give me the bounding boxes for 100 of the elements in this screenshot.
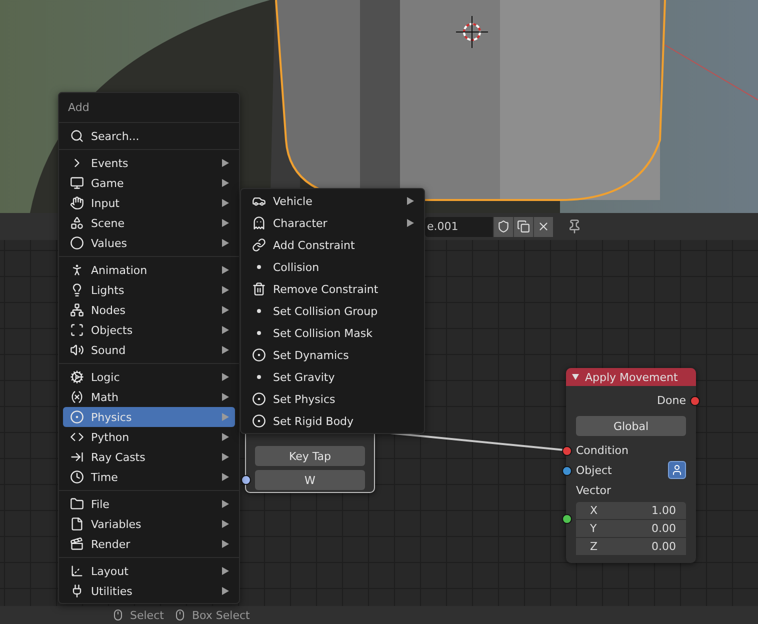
input-socket[interactable] [241,475,251,485]
menu-item[interactable]: Set Physics [245,388,420,410]
hand-icon [69,195,85,211]
menu-item[interactable]: Time [63,467,235,487]
menu-item[interactable]: Set Collision Group [245,300,420,322]
vector-field[interactable]: Y 0.00 [576,520,686,537]
input-socket[interactable] [562,466,572,476]
submenu-arrow-icon [222,540,229,548]
circle-dots-icon [251,391,267,407]
status-hint: Select [130,608,164,622]
menu-item[interactable]: Vehicle [245,190,420,212]
file-icon [69,516,85,532]
menu-item[interactable]: Python [63,427,235,447]
submenu-arrow-icon [222,413,229,421]
submenu-arrow-icon [222,500,229,508]
submenu-arrow-icon [222,179,229,187]
close-button[interactable] [533,216,553,236]
menu-item[interactable]: Lights [63,280,235,300]
menu-item[interactable]: Events [63,153,235,173]
person-icon [671,464,683,476]
variable-icon [69,389,85,405]
menu-item[interactable]: Set Gravity [245,366,420,388]
circle-icon [69,235,85,251]
submenu-arrow-icon [222,520,229,528]
menu-item[interactable]: File [63,494,235,514]
axis-icon [69,563,85,579]
menu-item[interactable]: Values [63,233,235,253]
circle-dots-icon [251,347,267,363]
copy-icon [517,220,530,233]
submenu-arrow-icon [222,587,229,595]
link-icon [251,237,267,253]
menu-item[interactable]: Scene [63,213,235,233]
object-picker-button[interactable] [668,461,686,479]
menu-item[interactable]: Objects [63,320,235,340]
menu-item[interactable]: Set Rigid Body [245,410,420,432]
submenu-arrow-icon [222,346,229,354]
dot-icon [257,265,261,269]
menu-item[interactable]: Physics [63,407,235,427]
node-button[interactable]: Key Tap [255,446,365,466]
menu-item[interactable]: Animation [63,260,235,280]
menu-item[interactable]: Math [63,387,235,407]
menu-item[interactable]: Layout [63,561,235,581]
menu-item[interactable]: Logic [63,367,235,387]
dot-icon [257,331,261,335]
network-icon [69,302,85,318]
search-item[interactable]: Search... [63,126,235,146]
submenu-arrow-icon [222,453,229,461]
clock-icon [69,469,85,485]
menu-item[interactable]: Game [63,173,235,193]
menu-item[interactable]: Set Collision Mask [245,322,420,344]
socket-label: Object [576,464,612,476]
menu-item[interactable]: Utilities [63,581,235,601]
menu-item[interactable]: Sound [63,340,235,360]
menu-item[interactable]: Nodes [63,300,235,320]
menu-item[interactable]: Set Dynamics [245,344,420,366]
node-title: Apply Movement [585,370,678,384]
menu-item[interactable]: Render [63,534,235,554]
fake-user-button[interactable] [493,216,513,236]
menu-title: Add [67,100,90,116]
input-socket[interactable] [562,446,572,456]
datablock-field[interactable]: e.001 [425,216,493,236]
vector-field[interactable]: Z 0.00 [576,538,686,555]
submenu-arrow-icon [222,286,229,294]
circle-dots-icon [251,413,267,429]
dot-icon [257,309,261,313]
submenu-arrow-icon [222,199,229,207]
speaker-icon [69,342,85,358]
socket-label: Done [657,394,686,406]
submenu-arrow-icon [222,266,229,274]
shield-icon [497,220,510,233]
menu-item[interactable]: Add Constraint [245,234,420,256]
menu-item[interactable]: Input [63,193,235,213]
pin-icon[interactable] [567,219,582,234]
gear-icon [69,369,85,385]
mode-button[interactable]: Global [576,416,686,436]
socket-label: Condition [576,444,628,456]
vector-field[interactable]: X 1.00 [576,502,686,519]
monitor-icon [69,175,85,191]
status-hint: Box Select [192,608,250,622]
socket-label: Vector [576,484,612,496]
submenu-arrow-icon [222,326,229,334]
menu-item[interactable]: Collision [245,256,420,278]
output-socket[interactable] [690,396,700,406]
submenu-arrow-icon [222,306,229,314]
menu-item[interactable]: Character [245,212,420,234]
submenu-arrow-icon [222,159,229,167]
close-icon [537,220,550,233]
input-socket[interactable] [562,514,572,524]
menu-item[interactable]: Variables [63,514,235,534]
collapse-triangle-icon[interactable] [572,374,579,380]
submenu-arrow-icon [222,219,229,227]
node-button[interactable]: W [255,470,365,490]
menu-item[interactable]: Remove Constraint [245,278,420,300]
duplicate-button[interactable] [513,216,533,236]
menu-item[interactable]: Ray Casts [63,447,235,467]
target-icon [69,409,85,425]
submenu-arrow-icon [222,473,229,481]
dot-icon [257,375,261,379]
submenu-arrow-icon [222,393,229,401]
submenu-arrow-icon [222,433,229,441]
